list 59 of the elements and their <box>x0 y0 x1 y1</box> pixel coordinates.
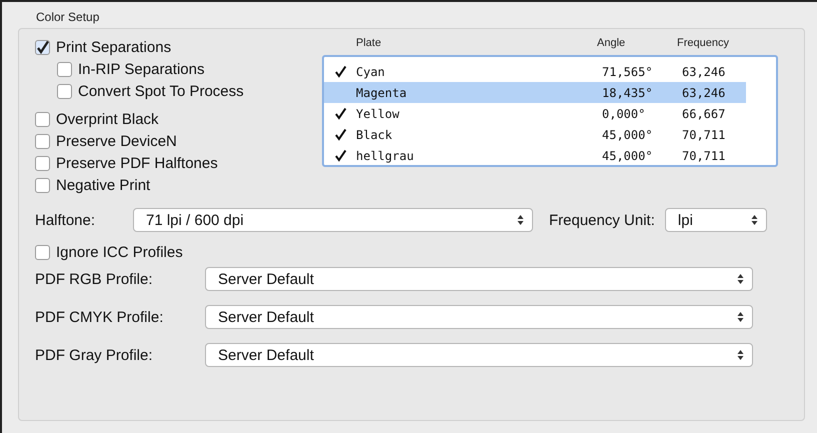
halftone-select[interactable]: 71 lpi / 600 dpi <box>133 208 533 232</box>
checkbox[interactable] <box>57 84 72 99</box>
stepper-arrows-icon <box>737 273 744 285</box>
checkmark-icon <box>334 128 347 141</box>
table-cell-text: 70,711 <box>682 128 726 142</box>
checkbox[interactable] <box>35 245 50 260</box>
table-cell-text: 45,000° <box>602 148 654 162</box>
checkbox-label[interactable]: Convert Spot To Process <box>78 83 244 100</box>
table-cell-text: 63,246 <box>682 64 726 78</box>
profile-select[interactable]: Server Default <box>205 343 753 367</box>
checkbox-label[interactable]: Preserve DeviceN <box>56 133 177 150</box>
checkbox[interactable] <box>35 134 50 149</box>
checkmark-icon <box>334 149 347 162</box>
checkbox[interactable] <box>35 178 50 193</box>
table-cell-text: Cyan <box>356 64 386 78</box>
table-cell-text: 18,435° <box>602 86 654 100</box>
frequency-unit-select[interactable]: lpi <box>664 208 767 232</box>
checkbox[interactable] <box>57 62 72 77</box>
checkmark-icon <box>334 65 347 78</box>
field-label: PDF CMYK Profile: <box>35 308 164 326</box>
stepper-arrows-icon <box>517 214 524 226</box>
checkbox[interactable] <box>35 112 50 127</box>
checkbox[interactable] <box>35 40 50 55</box>
table-cell-text: 0,000° <box>602 106 646 120</box>
group-title: Color Setup <box>36 10 100 24</box>
field-label: Frequency Unit: <box>549 212 655 228</box>
checkbox-label[interactable]: In-RIP Separations <box>78 61 204 78</box>
stepper-arrows-icon <box>737 311 744 323</box>
table-cell-text: 63,246 <box>682 86 726 100</box>
column-header: Angle <box>597 37 626 49</box>
table-cell-text: 45,000° <box>602 128 654 142</box>
column-header: Frequency <box>677 37 730 49</box>
field-label: PDF RGB Profile: <box>35 270 154 288</box>
plate-row[interactable]: Cyan 71,565° 63,246 <box>324 61 746 82</box>
stepper-arrows-icon <box>737 349 744 361</box>
table-cell-text: hellgrau <box>356 148 415 162</box>
table-cell-text: 70,711 <box>682 148 726 162</box>
plate-row[interactable]: hellgrau 45,000° 70,711 <box>324 145 746 166</box>
stepper-arrows-icon <box>750 214 758 226</box>
checkbox-label[interactable]: Ignore ICC Profiles <box>56 244 183 261</box>
checkbox-label[interactable]: Print Separations <box>56 39 172 56</box>
field-label: PDF Gray Profile: <box>35 346 154 364</box>
column-header: Plate <box>356 37 382 49</box>
checkbox-label[interactable]: Overprint Black <box>56 111 159 128</box>
plate-row[interactable]: Yellow 0,000° 66,667 <box>324 103 746 124</box>
table-cell-text: 71,565° <box>602 64 654 78</box>
plate-row[interactable]: Magenta 18,435° 63,246 <box>324 82 746 103</box>
checkbox-label[interactable]: Negative Print <box>56 177 150 194</box>
table-cell-text: Magenta <box>356 86 408 100</box>
plate-row[interactable]: Black 45,000° 70,711 <box>324 124 746 145</box>
table-cell-text: 66,667 <box>682 106 726 120</box>
field-label: Halftone: <box>35 212 96 228</box>
profile-select[interactable]: Server Default <box>205 267 753 291</box>
profile-select[interactable]: Server Default <box>205 305 753 329</box>
table-cell-text: Yellow <box>356 106 400 120</box>
table-cell-text: Black <box>356 128 394 142</box>
checkbox[interactable] <box>35 156 50 171</box>
checkmark-icon <box>334 107 347 120</box>
checkbox-label[interactable]: Preserve PDF Halftones <box>56 155 218 172</box>
